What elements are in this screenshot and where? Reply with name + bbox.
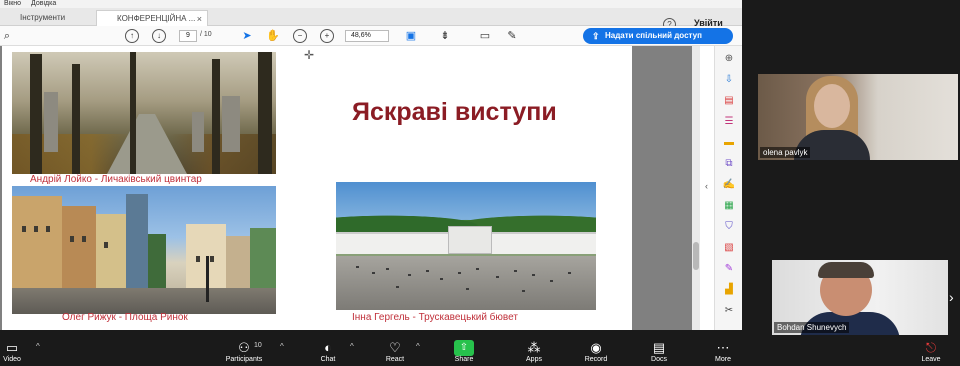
tab-tools-label: Інструменти <box>20 13 66 22</box>
comment-icon[interactable]: ▭ <box>478 29 492 43</box>
zoom-out-icon[interactable]: − <box>293 29 307 43</box>
menu-window[interactable]: Вікно <box>4 0 21 7</box>
share-screen-icon: ⇧ <box>454 340 474 356</box>
record-button[interactable]: ◉ Record <box>580 340 612 364</box>
lamp-post <box>206 256 209 302</box>
comment-icon[interactable]: ▬ <box>722 136 736 150</box>
scroll-mode-icon[interactable]: ⇟ <box>438 29 452 43</box>
tab-tools[interactable]: Інструменти <box>0 10 96 26</box>
page-down-icon[interactable]: ↓ <box>152 29 166 43</box>
heart-icon: ♡ <box>389 340 401 355</box>
leave-label: Leave <box>921 356 941 363</box>
search-icon[interactable]: ⌕ <box>0 29 14 43</box>
participant-name: Bohdan Shunevych <box>774 322 850 333</box>
docs-icon: ▤ <box>652 340 666 355</box>
participants-label: Participants <box>225 356 263 363</box>
docs-label: Docs <box>651 356 667 363</box>
photo-cemetery <box>12 52 276 174</box>
more-tools-icon[interactable]: ✂ <box>722 304 736 318</box>
stamp-icon[interactable]: ▟ <box>722 283 736 297</box>
participant-tile-olena[interactable]: olena pavlyk <box>758 74 958 160</box>
tools-rail: ⊕ ⇩ ▤ ☰ ▬ ⧉ ✍ ▦ ⛉ ▧ ✎ ▟ ✂ <box>714 46 742 330</box>
record-label: Record <box>584 356 608 363</box>
document-area: ✛ Андрій Лойко - Личаківський цвинтар Ол… <box>0 46 700 330</box>
meeting-controls: ▭ Video ^ ⚇ Participants 10 ^ ◐ Chat ^ ♡ Rea… <box>0 336 960 366</box>
zoom-level-select[interactable]: 48,6% <box>345 30 389 42</box>
photo-market-square <box>12 186 276 314</box>
more-button[interactable]: ⋯ More <box>708 340 738 364</box>
tab-document-label: КОНФЕРЕНЦІЙНА ... <box>117 14 196 23</box>
caption-buvette: Інна Гергель - Трускавецький бювет <box>352 312 518 323</box>
docs-button[interactable]: ▤ Docs <box>645 340 673 364</box>
pdf-viewer-window: Вікно Довідка Інструменти КОНФЕРЕНЦІЙНА .… <box>0 0 742 330</box>
create-pdf-icon[interactable]: ▤ <box>722 94 736 108</box>
pdf-page: ✛ Андрій Лойко - Личаківський цвинтар Ол… <box>2 46 632 330</box>
zoom-icon[interactable]: ⊕ <box>722 52 736 66</box>
page-number-input[interactable]: 9 <box>179 30 197 42</box>
video-label: Video <box>3 356 21 363</box>
export-pdf-icon[interactable]: ⇩ <box>722 73 736 87</box>
close-tab-icon[interactable]: × <box>197 11 202 27</box>
move-cursor-icon: ✛ <box>304 48 315 62</box>
chat-icon: ◐ <box>324 340 332 355</box>
tab-bar: Інструменти КОНФЕРЕНЦІЙНА ... × ? Увійти <box>0 8 742 31</box>
leave-button[interactable]: ⎋ Leave <box>916 340 946 364</box>
redact-icon[interactable]: ▧ <box>722 241 736 255</box>
tab-document[interactable]: КОНФЕРЕНЦІЙНА ... × <box>96 10 208 26</box>
apps-label: Apps <box>526 356 542 363</box>
video-button[interactable]: ▭ Video <box>0 340 24 364</box>
page-total: / 10 <box>200 31 212 38</box>
scrollbar-thumb[interactable] <box>693 242 699 270</box>
react-button[interactable]: ♡ React <box>380 340 410 364</box>
menu-help[interactable]: Довідка <box>31 0 56 7</box>
apps-icon: ⁂ <box>527 340 541 355</box>
menu-bar: Вікно Довідка <box>0 0 742 8</box>
react-options-chevron-icon[interactable]: ^ <box>416 342 420 351</box>
fit-page-icon[interactable]: ▣ <box>404 29 418 43</box>
measure-icon[interactable]: ✎ <box>722 262 736 276</box>
share-access-label: Надати спільний доступ <box>605 31 702 40</box>
record-icon: ◉ <box>590 340 602 355</box>
participants-button[interactable]: ⚇ Participants 10 <box>218 340 270 364</box>
participant-tile-bohdan[interactable]: Bohdan Shunevych <box>772 260 948 335</box>
participant-name: olena pavlyk <box>760 147 811 158</box>
hand-icon[interactable]: ✋ <box>266 29 280 43</box>
chat-label: Chat <box>320 356 336 363</box>
caption-cemetery: Андрій Лойко - Личаківський цвинтар <box>30 174 202 185</box>
organize-icon[interactable]: ▦ <box>722 199 736 213</box>
leave-icon: ⎋ <box>925 340 937 355</box>
share-button[interactable]: ⇧ Share <box>450 340 478 364</box>
participants-icon: ⚇ <box>238 340 250 355</box>
chat-button[interactable]: ◐ Chat <box>314 340 342 364</box>
video-options-chevron-icon[interactable]: ^ <box>36 342 40 351</box>
next-page-arrow-icon[interactable]: › <box>949 289 954 305</box>
share-access-button[interactable]: ⇪ Надати спільний доступ <box>583 28 733 44</box>
select-arrow-icon[interactable]: ➤ <box>240 29 254 43</box>
react-label: React <box>385 356 405 363</box>
combine-icon[interactable]: ⧉ <box>722 157 736 171</box>
photo-buvette <box>336 182 596 310</box>
slide-title: Яскраві виступи <box>352 98 557 126</box>
page-up-icon[interactable]: ↑ <box>125 29 139 43</box>
zoom-in-icon[interactable]: + <box>320 29 334 43</box>
more-label: More <box>715 356 731 363</box>
share-label: Share <box>454 356 474 363</box>
chat-options-chevron-icon[interactable]: ^ <box>350 342 354 351</box>
video-camera-icon: ▭ <box>5 340 19 355</box>
pen-icon[interactable]: ✎ <box>505 29 519 43</box>
collapse-panel-icon[interactable]: ‹ <box>705 181 708 191</box>
edit-pdf-icon[interactable]: ☰ <box>722 115 736 129</box>
participant-count: 10 <box>254 342 262 349</box>
toolbar: ⌕ ↑ ↓ 9 / 10 ➤ ✋ − + 48,6% ▣ ⇟ ▭ ✎ ⇪ Нада… <box>0 26 742 46</box>
protect-icon[interactable]: ⛉ <box>722 220 736 234</box>
apps-button[interactable]: ⁂ Apps <box>520 340 548 364</box>
fill-sign-icon[interactable]: ✍ <box>722 178 736 192</box>
share-icon: ⇪ <box>592 31 600 41</box>
vertical-scrollbar[interactable] <box>692 46 700 330</box>
participants-options-chevron-icon[interactable]: ^ <box>280 342 284 351</box>
caption-market-square: Олег Рижук - Площа Ринок <box>62 312 188 323</box>
more-icon: ⋯ <box>716 340 730 355</box>
